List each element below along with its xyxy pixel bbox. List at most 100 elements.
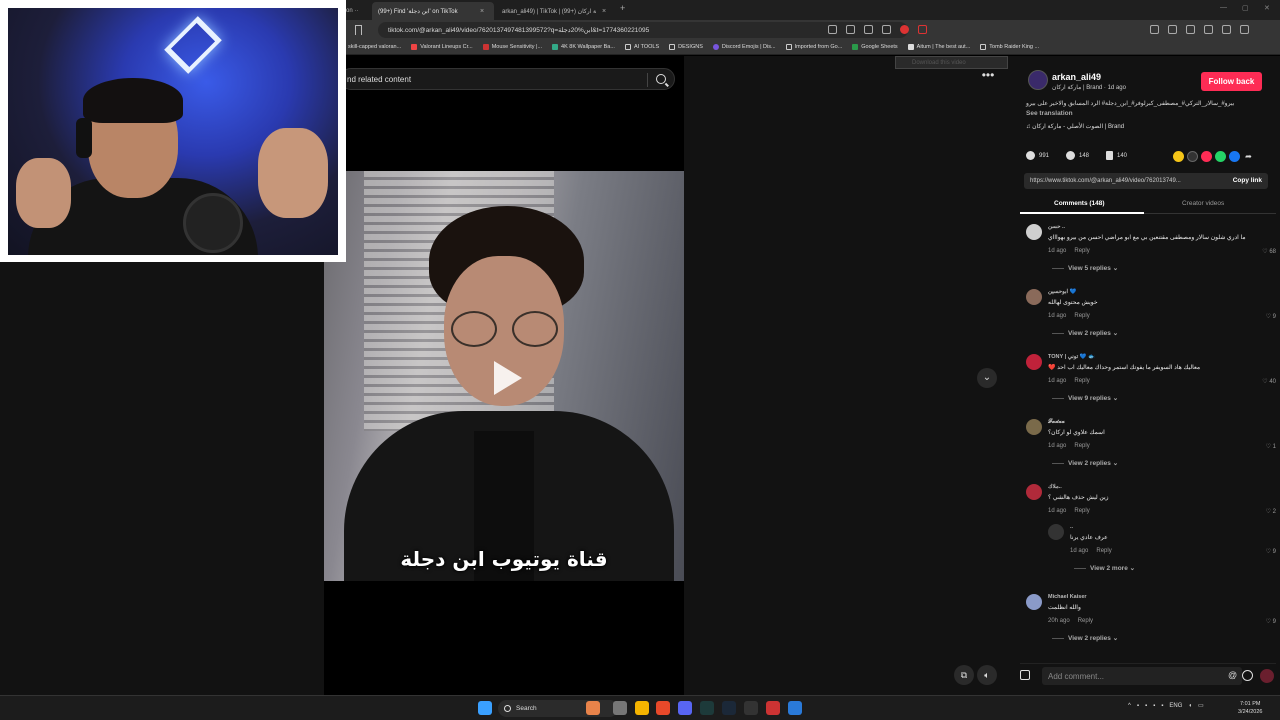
emoji-icon[interactable] <box>1242 670 1253 681</box>
close-window-icon[interactable]: ✕ <box>1264 4 1270 12</box>
close-icon[interactable]: × <box>602 8 606 15</box>
copy-link-button[interactable]: Copy link <box>1228 177 1262 184</box>
bookmark-item[interactable]: Mouse Sensitivity |... <box>482 44 542 50</box>
share-arrow-icon[interactable]: ➦ <box>1243 151 1254 162</box>
facebook-icon[interactable] <box>1229 151 1240 162</box>
bookmark-item[interactable]: Discord Emojis | Dis... <box>712 44 776 50</box>
bookmark-item[interactable]: Valorant Lineups Cr... <box>411 44 473 50</box>
author-name[interactable]: arkan_ali49 <box>1052 72 1101 82</box>
comment-like[interactable]: ♡ 9 <box>1266 548 1276 555</box>
file-explorer-icon[interactable] <box>635 701 649 715</box>
bookmark-item[interactable]: Aitum | The best aut... <box>907 44 970 50</box>
profile-icon[interactable] <box>1222 25 1231 34</box>
bookmark-icon[interactable] <box>355 25 362 35</box>
rewards-icon[interactable] <box>918 25 927 34</box>
tray-app-icon[interactable]: ▪ <box>1161 703 1163 709</box>
embed-icon[interactable] <box>1187 151 1198 162</box>
search-input[interactable]: nd related content <box>340 68 675 90</box>
view-replies-button[interactable]: View 5 replies ⌄ <box>1052 264 1118 272</box>
screenshot-icon[interactable] <box>1168 25 1177 34</box>
send-comment-icon[interactable] <box>1260 669 1274 683</box>
follow-back-button[interactable]: Follow back <box>1201 72 1262 91</box>
author-avatar[interactable] <box>1028 70 1048 90</box>
comment-like[interactable]: ♡ 9 <box>1266 313 1276 320</box>
tab-comments[interactable]: Comments (148) <box>1054 200 1105 207</box>
commenter-avatar[interactable] <box>1048 524 1064 540</box>
commenter-name[interactable]: 𝓕𝓪𝓭𝓪𝓪 <box>1048 419 1065 426</box>
emoji-share-icon[interactable] <box>1173 151 1184 162</box>
obs-icon[interactable] <box>766 701 780 715</box>
view-replies-button[interactable]: View 9 replies ⌄ <box>1052 394 1118 402</box>
tray-chevron-icon[interactable]: ^ <box>1128 703 1131 709</box>
extensions-icon[interactable] <box>1150 25 1159 34</box>
brave-shield-icon[interactable] <box>900 25 909 34</box>
comment-like[interactable]: ♡ 68 <box>1262 248 1276 255</box>
speaker-icon[interactable]: ◖ <box>1188 703 1192 709</box>
tab-2-active[interactable]: (99+) Find 'ابن دجلة' on TikTok × <box>372 2 494 20</box>
tray-app-icon[interactable]: ▪ <box>1153 703 1155 709</box>
bookmark-folder[interactable]: Tomb Raider King ... <box>980 44 1039 50</box>
tab-creator-videos[interactable]: Creator videos <box>1182 200 1224 207</box>
mention-icon[interactable]: @ <box>1228 670 1237 680</box>
play-icon[interactable] <box>494 361 522 395</box>
whatsapp-icon[interactable] <box>1215 151 1226 162</box>
like-stat[interactable]: 991 <box>1026 151 1049 160</box>
save-stat[interactable]: 140 <box>1106 151 1127 160</box>
video-player[interactable]: قناة يوتيوب ابن دجلة <box>324 171 684 581</box>
tray-app-icon[interactable]: ▪ <box>1137 703 1139 709</box>
cast-icon[interactable] <box>846 25 855 34</box>
new-tab-icon[interactable]: + <box>620 3 625 13</box>
volume-icon[interactable]: 🔈︎ <box>977 665 997 685</box>
reply-button[interactable]: Reply <box>1078 618 1093 624</box>
commenter-avatar[interactable] <box>1026 224 1042 240</box>
app-icon[interactable] <box>744 701 758 715</box>
commenter-name[interactable]: ابوحسين 💙 <box>1048 289 1076 295</box>
tab-3[interactable]: arkan_ali49) | TikTok | (99+) ماركة اركا… <box>496 2 616 20</box>
commenter-name[interactable]: Michael Kaiser <box>1048 594 1087 600</box>
search-icon[interactable] <box>656 74 666 84</box>
commenter-avatar[interactable] <box>1026 594 1042 610</box>
comment-like[interactable]: ♡ 40 <box>1262 378 1276 385</box>
chevron-down-icon[interactable]: ⌄ <box>977 368 997 388</box>
app-icon[interactable] <box>586 701 600 715</box>
view-replies-button[interactable]: View 2 replies ⌄ <box>1052 459 1118 467</box>
send-icon[interactable] <box>1201 151 1212 162</box>
minimize-icon[interactable]: — <box>1220 4 1227 11</box>
task-view-icon[interactable] <box>613 701 627 715</box>
commenter-name[interactable]: TONY | توني 💙 🐟 <box>1048 354 1095 360</box>
commenter-name[interactable]: حسن .. <box>1048 224 1065 230</box>
commenter-name[interactable]: .. <box>1070 524 1073 530</box>
reply-button[interactable]: Reply <box>1074 313 1089 319</box>
reply-button[interactable]: Reply <box>1074 508 1089 514</box>
discord-icon[interactable] <box>678 701 692 715</box>
bookmark-folder[interactable]: Imported from Go... <box>785 44 842 50</box>
bookmark-folder[interactable]: DESIGNS <box>669 44 703 50</box>
brave-icon[interactable] <box>656 701 670 715</box>
view-replies-button[interactable]: View 2 more ⌄ <box>1074 564 1135 572</box>
battery-icon[interactable]: ▭ <box>1198 702 1204 709</box>
comment-like[interactable]: ♡ 1 <box>1266 443 1276 450</box>
clock[interactable]: 7:01 PM 3/24/2026 <box>1238 700 1262 716</box>
commenter-avatar[interactable] <box>1026 289 1042 305</box>
app-icon[interactable] <box>788 701 802 715</box>
share-comment-icon[interactable] <box>1020 670 1030 680</box>
no-video-icon[interactable] <box>828 25 837 34</box>
commenter-avatar[interactable] <box>1026 484 1042 500</box>
comment-like[interactable]: ♡ 9 <box>1266 618 1276 625</box>
close-icon[interactable]: × <box>480 8 484 15</box>
reply-button[interactable]: Reply <box>1074 443 1089 449</box>
commenter-avatar[interactable] <box>1026 354 1042 370</box>
steam-icon[interactable] <box>722 701 736 715</box>
sidebar-icon[interactable] <box>1204 25 1213 34</box>
star-icon[interactable] <box>882 25 891 34</box>
music-icon[interactable] <box>1186 25 1195 34</box>
video-link-field[interactable]: https://www.tiktok.com/@arkan_ali49/vide… <box>1024 173 1268 189</box>
more-options-icon[interactable]: ••• <box>978 69 998 84</box>
bookmark-item[interactable]: Google Sheets <box>852 44 898 50</box>
start-icon[interactable] <box>478 701 492 715</box>
bookmark-item[interactable]: 4K 8K Wallpaper Ba... <box>552 44 615 50</box>
see-translation-link[interactable]: See translation <box>1026 110 1073 117</box>
maximize-icon[interactable]: ▢ <box>1242 4 1249 12</box>
view-replies-button[interactable]: View 2 replies ⌄ <box>1052 329 1118 337</box>
bookmark-item[interactable]: skill-capped valoran... <box>348 44 401 50</box>
